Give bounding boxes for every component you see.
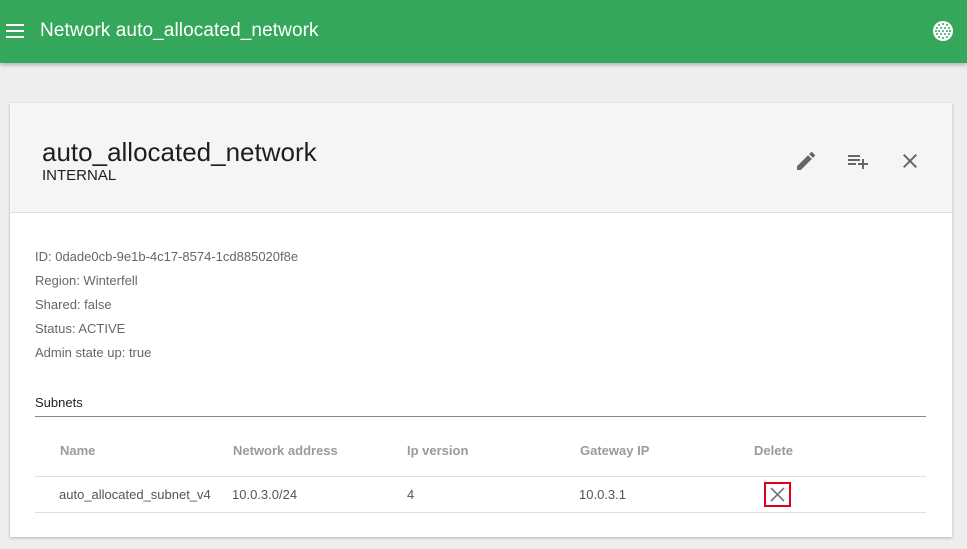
- network-type: INTERNAL: [42, 167, 117, 184]
- network-detail-card: auto_allocated_network INTERNAL ID: 0dad…: [10, 103, 952, 537]
- network-details: ID: 0dade0cb-9e1b-4c17-8574-1cd885020f8e…: [35, 249, 298, 369]
- network-region: Region: Winterfell: [35, 273, 138, 288]
- subnets-divider: [35, 416, 926, 417]
- column-header-ip-version: Ip version: [407, 443, 469, 458]
- delete-subnet-button[interactable]: [764, 482, 791, 507]
- subnet-network-address: 10.0.3.0/24: [232, 487, 298, 502]
- close-icon: [770, 487, 785, 502]
- column-header-network-address: Network address: [233, 443, 338, 458]
- subnet-name: auto_allocated_subnet_v4: [59, 487, 211, 502]
- globe-icon[interactable]: [932, 20, 954, 42]
- subnets-heading: Subnets: [35, 395, 83, 410]
- card-header: auto_allocated_network INTERNAL: [10, 103, 952, 213]
- column-header-gateway-ip: Gateway IP: [580, 443, 650, 458]
- network-admin-state: Admin state up: true: [35, 345, 152, 360]
- app-topbar: Network auto_allocated_network: [0, 0, 967, 63]
- close-button[interactable]: [898, 149, 922, 173]
- network-id: ID: 0dade0cb-9e1b-4c17-8574-1cd885020f8e: [35, 249, 299, 264]
- column-header-delete: Delete: [754, 443, 794, 458]
- column-header-name: Name: [60, 443, 96, 458]
- subnet-ip-version: 4: [407, 487, 415, 502]
- page-title: Network auto_allocated_network: [40, 20, 319, 41]
- network-status: Status: ACTIVE: [35, 321, 126, 336]
- playlist-add-icon: [848, 155, 868, 169]
- subnet-gateway-ip: 10.0.3.1: [579, 487, 626, 502]
- table-row-divider: [35, 476, 926, 477]
- add-subnet-button[interactable]: [846, 149, 870, 173]
- edit-button[interactable]: [794, 149, 818, 173]
- network-shared: Shared: false: [35, 297, 112, 312]
- hamburger-menu-icon[interactable]: [6, 24, 24, 39]
- network-name: auto_allocated_network: [42, 137, 317, 167]
- table-row-divider: [35, 512, 926, 513]
- close-icon: [903, 154, 917, 168]
- pencil-icon: [797, 151, 816, 170]
